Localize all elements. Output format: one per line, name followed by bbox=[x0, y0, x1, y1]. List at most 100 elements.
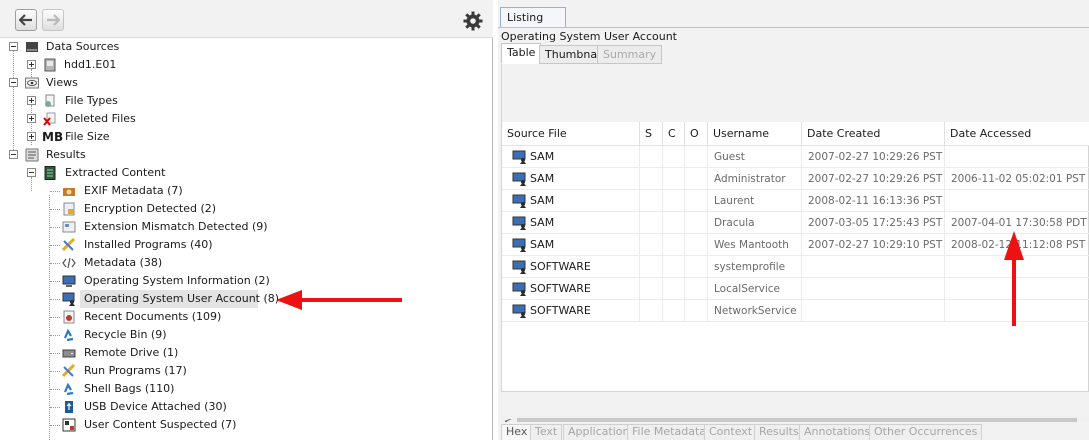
user-account-icon bbox=[512, 150, 526, 164]
cell-s bbox=[640, 190, 663, 212]
user-account-icon bbox=[512, 216, 526, 230]
tree-item-views[interactable]: Views bbox=[0, 74, 493, 92]
right-pane: Listing Operating System User Account Ta… bbox=[498, 0, 1089, 440]
user-content-icon bbox=[62, 418, 76, 432]
source-file-label: SAM bbox=[530, 238, 555, 251]
source-file-label: SOFTWARE bbox=[530, 282, 591, 295]
tab-context[interactable]: Context bbox=[704, 424, 758, 440]
tree-item-label: EXIF Metadata (7) bbox=[84, 184, 183, 197]
table-header: Source File S C O Username Date Created … bbox=[502, 122, 1089, 146]
collapse-toggle[interactable] bbox=[9, 150, 18, 159]
source-file-label: SOFTWARE bbox=[530, 260, 591, 273]
collapse-toggle[interactable] bbox=[27, 168, 36, 177]
tab-application[interactable]: Application bbox=[563, 424, 635, 440]
tree-item-os-information[interactable]: Operating System Information (2) bbox=[0, 272, 493, 290]
column-header-c[interactable]: C bbox=[663, 122, 685, 146]
tree-item-shell-bags[interactable]: Shell Bags (110) bbox=[0, 380, 493, 398]
tree-guide bbox=[50, 281, 60, 282]
tree-guide bbox=[50, 317, 60, 318]
tab-other-occurrences[interactable]: Other Occurrences bbox=[869, 424, 983, 440]
source-file-label: SAM bbox=[530, 216, 555, 229]
tree-item-data-sources[interactable]: Data Sources bbox=[0, 38, 493, 56]
computer-icon bbox=[62, 275, 76, 287]
tree-item-user-content-suspected[interactable]: User Content Suspected (7) bbox=[0, 416, 493, 434]
expand-toggle[interactable] bbox=[27, 132, 36, 141]
listing-title: Operating System User Account bbox=[501, 30, 677, 43]
table-row[interactable]: SAM Guest 2007-02-27 10:29:26 PST bbox=[502, 146, 1089, 168]
tree-item-label: Recycle Bin (9) bbox=[84, 328, 167, 341]
tree-item-label: hdd1.E01 bbox=[64, 58, 117, 71]
tree-item-installed-programs[interactable]: Installed Programs (40) bbox=[0, 236, 493, 254]
tree-item-os-user-account[interactable]: Operating System User Account (8) bbox=[0, 290, 493, 308]
code-tag-icon bbox=[62, 257, 76, 269]
table-row[interactable]: SAM Laurent 2008-02-11 16:13:36 PST bbox=[502, 190, 1089, 212]
tree-item-file-types[interactable]: File Types bbox=[0, 92, 493, 110]
annotation-arrow-left bbox=[276, 290, 402, 310]
tab-annotations[interactable]: Annotations bbox=[799, 424, 876, 440]
tree-item-results[interactable]: Results bbox=[0, 146, 493, 164]
tree-item-deleted-files[interactable]: Deleted Files bbox=[0, 110, 493, 128]
forward-button[interactable] bbox=[42, 9, 64, 31]
tree-guide bbox=[50, 263, 60, 264]
column-header-source-file[interactable]: Source File bbox=[502, 122, 640, 146]
tree-item-encryption-detected[interactable]: Encryption Detected (2) bbox=[0, 200, 493, 218]
column-header-username[interactable]: Username bbox=[708, 122, 802, 146]
installed-programs-icon bbox=[62, 238, 76, 252]
tree-item-extracted-content[interactable]: Extracted Content bbox=[0, 164, 493, 182]
cell-source-file: SAM bbox=[502, 234, 640, 256]
tree-item-hdd1[interactable]: hdd1.E01 bbox=[0, 56, 493, 74]
deleted-file-icon bbox=[43, 112, 56, 126]
expand-toggle[interactable] bbox=[27, 96, 36, 105]
back-button[interactable] bbox=[15, 9, 37, 31]
source-file-label: SAM bbox=[530, 172, 555, 185]
tree-item-exif-metadata[interactable]: EXIF Metadata (7) bbox=[0, 182, 493, 200]
column-header-s[interactable]: S bbox=[640, 122, 663, 146]
settings-button[interactable] bbox=[462, 10, 484, 32]
tree-item-metadata[interactable]: Metadata (38) bbox=[0, 254, 493, 272]
collapse-toggle[interactable] bbox=[9, 78, 18, 87]
cell-date-created bbox=[802, 300, 945, 322]
right-arrow-icon bbox=[47, 14, 60, 26]
user-account-icon bbox=[512, 172, 526, 186]
tree-item-recent-documents[interactable]: Recent Documents (109) bbox=[0, 308, 493, 326]
tab-listing[interactable]: Listing bbox=[500, 7, 566, 28]
expand-toggle[interactable] bbox=[27, 60, 36, 69]
tree-item-recycle-bin[interactable]: Recycle Bin (9) bbox=[0, 326, 493, 344]
cell-date-created: 2007-02-27 10:29:26 PST bbox=[802, 168, 945, 190]
cell-o bbox=[685, 278, 708, 300]
tree-item-label: User Content Suspected (7) bbox=[84, 418, 237, 431]
collapse-toggle[interactable] bbox=[9, 42, 18, 51]
expand-toggle[interactable] bbox=[27, 114, 36, 123]
tab-hex[interactable]: Hex bbox=[501, 424, 533, 440]
tree-item-run-programs[interactable]: Run Programs (17) bbox=[0, 362, 493, 380]
tree-item-remote-drive[interactable]: Remote Drive (1) bbox=[0, 344, 493, 362]
tree-item-label: Installed Programs (40) bbox=[84, 238, 213, 251]
cell-username: NetworkService bbox=[708, 300, 802, 322]
tab-results[interactable]: Results bbox=[754, 424, 804, 440]
tree-guide bbox=[50, 425, 60, 426]
column-header-date-created[interactable]: Date Created bbox=[802, 122, 945, 146]
cell-date-created bbox=[802, 278, 945, 300]
tree-item-extension-mismatch[interactable]: Extension Mismatch Detected (9) bbox=[0, 218, 493, 236]
left-toolbar bbox=[0, 0, 493, 38]
cell-s bbox=[640, 256, 663, 278]
column-header-o[interactable]: O bbox=[685, 122, 708, 146]
tree-item-usb-device[interactable]: USB Device Attached (30) bbox=[0, 398, 493, 416]
tab-file-metadata[interactable]: File Metadata bbox=[627, 424, 711, 440]
cell-c bbox=[663, 212, 685, 234]
tab-text[interactable]: Text bbox=[530, 424, 563, 440]
tab-table[interactable]: Table bbox=[501, 43, 542, 64]
column-header-date-accessed[interactable]: Date Accessed bbox=[945, 122, 1089, 146]
tree-guide bbox=[50, 227, 60, 228]
file-types-icon bbox=[45, 94, 55, 107]
cell-username: Administrator bbox=[708, 168, 802, 190]
tree-guide bbox=[50, 191, 60, 192]
cell-s bbox=[640, 212, 663, 234]
cell-o bbox=[685, 168, 708, 190]
table-row[interactable]: SAM Administrator 2007-02-27 10:29:26 PST 2… bbox=[502, 168, 1089, 190]
left-arrow-icon bbox=[19, 14, 32, 26]
tree-item-file-size[interactable]: MB File Size bbox=[0, 128, 493, 146]
tab-summary[interactable]: Summary bbox=[597, 45, 663, 64]
cell-username: Wes Mantooth bbox=[708, 234, 802, 256]
cell-c bbox=[663, 190, 685, 212]
